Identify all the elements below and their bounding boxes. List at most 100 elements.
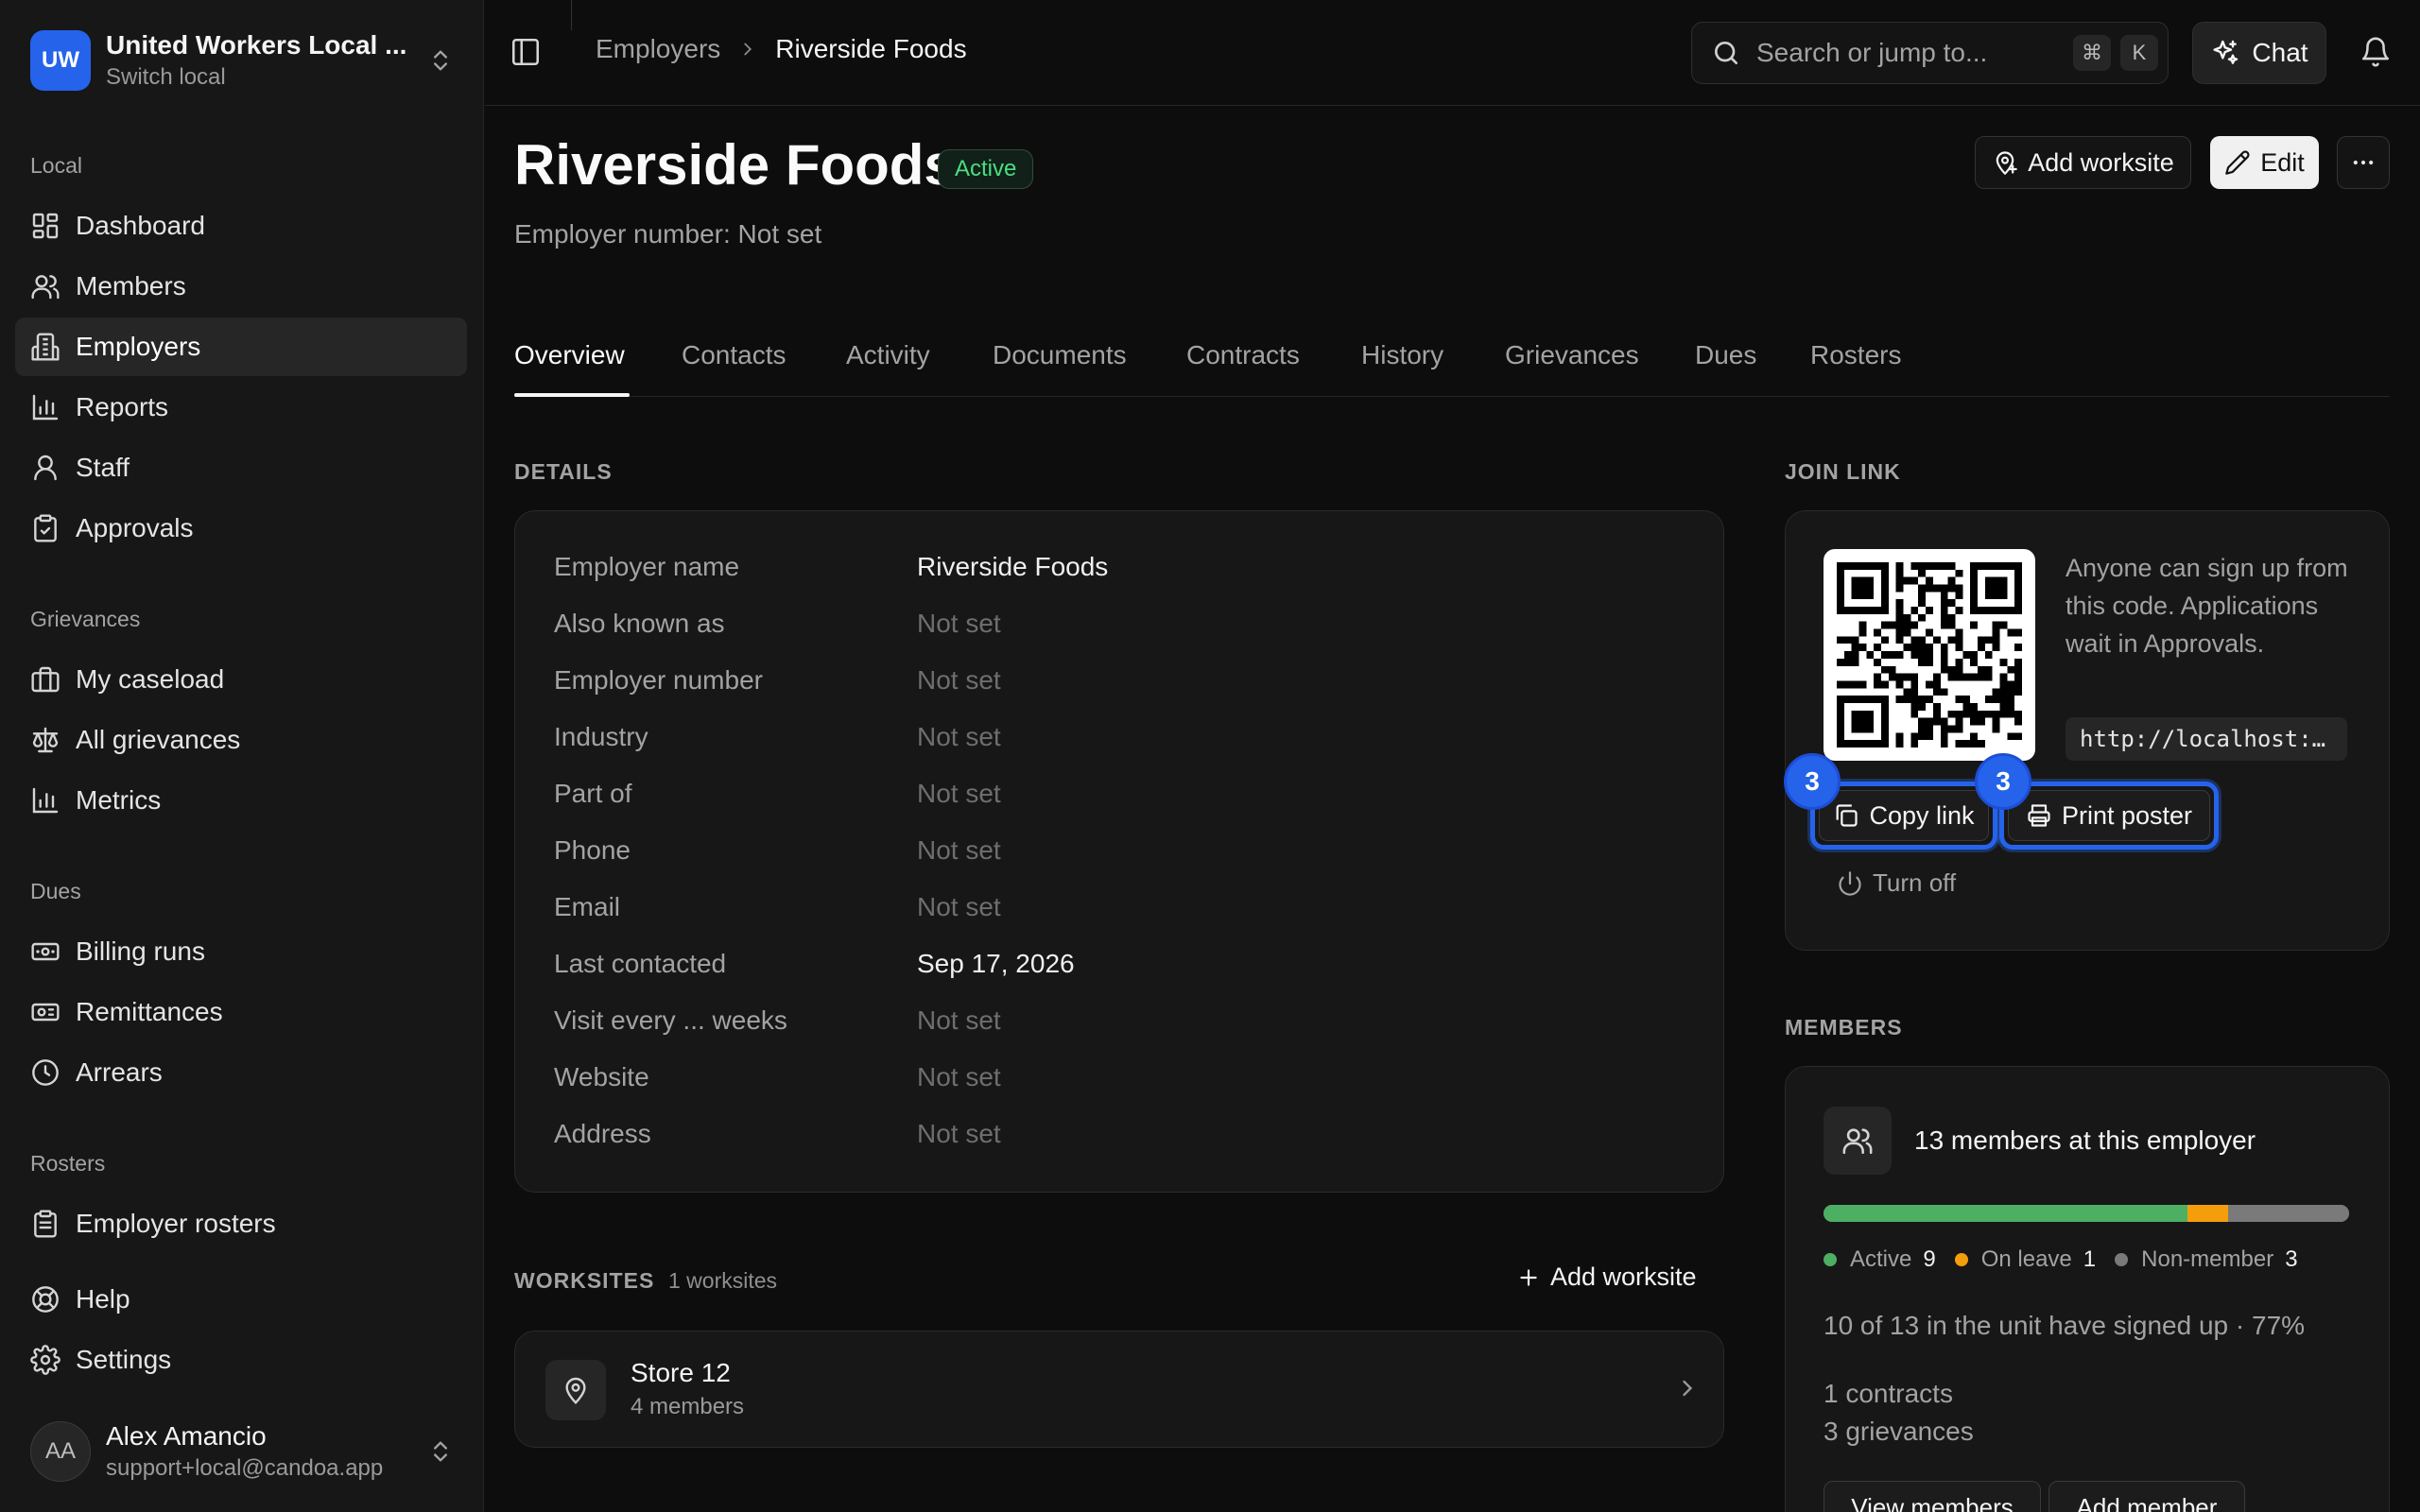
add-worksite-link[interactable]: Add worksite	[1516, 1263, 1697, 1292]
detail-value[interactable]: Not set	[917, 892, 1001, 922]
user-menu[interactable]: AA Alex Amancio support+local@candoa.app	[15, 1408, 469, 1495]
sidebar-item-label: Remittances	[76, 997, 223, 1026]
chevron-right-icon	[1674, 1375, 1701, 1401]
sidebar-item-all-grievances[interactable]: All grievances	[15, 711, 467, 769]
org-switcher[interactable]: UW United Workers Local ... Switch local	[15, 17, 469, 104]
sparkles-icon	[2210, 38, 2240, 68]
sidebar-item-remittances[interactable]: Remittances	[15, 983, 467, 1041]
sidebar-item-arrears[interactable]: Arrears	[15, 1043, 467, 1102]
sidebar-item-members[interactable]: Members	[15, 257, 467, 316]
search-icon	[1711, 38, 1741, 68]
tab-dues[interactable]: Dues	[1695, 340, 1756, 370]
legend-active: Active 9	[1824, 1246, 1936, 1273]
chat-label: Chat	[2252, 38, 2308, 67]
section-label-grievances: Grievances	[30, 607, 141, 631]
printer-icon	[2026, 802, 2052, 829]
sidebar-item-label: Members	[76, 271, 186, 301]
edit-button[interactable]: Edit	[2210, 136, 2319, 189]
more-actions-button[interactable]	[2337, 136, 2390, 189]
detail-label: Phone	[554, 835, 631, 865]
sidebar-item-label: My caseload	[76, 664, 225, 694]
legend-non-member: Non-member 3	[2115, 1246, 2298, 1273]
tab-rosters[interactable]: Rosters	[1810, 340, 1901, 370]
sidebar-item-employers[interactable]: Employers	[15, 318, 467, 376]
sidebar-item-label: Staff	[76, 453, 130, 482]
worksite-row[interactable]: Store 12 4 members	[514, 1331, 1724, 1448]
bell-icon[interactable]	[2360, 36, 2392, 68]
sidebar-item-billing-runs[interactable]: Billing runs	[15, 922, 467, 981]
legend-label: Non-member	[2141, 1246, 2274, 1272]
membership-bar	[1824, 1205, 2349, 1222]
kbd-cmd: ⌘	[2073, 35, 2111, 71]
sidebar-item-reports[interactable]: Reports	[15, 378, 467, 437]
tab-activity[interactable]: Activity	[846, 340, 930, 370]
chat-button[interactable]: Chat	[2192, 22, 2326, 84]
detail-value[interactable]: Not set	[917, 835, 1001, 866]
sidebar-item-label: Arrears	[76, 1057, 163, 1087]
detail-value[interactable]: Not set	[917, 722, 1001, 752]
legend-label: Active	[1850, 1246, 1912, 1272]
sidebar-item-employer-rosters[interactable]: Employer rosters	[15, 1194, 467, 1253]
legend-on-leave: On leave 1	[1954, 1246, 2096, 1273]
tab-contracts[interactable]: Contracts	[1186, 340, 1300, 370]
users-icon	[1841, 1125, 1874, 1157]
grievances-count: 3 grievances	[1824, 1417, 1974, 1446]
sidebar-item-label: Metrics	[76, 785, 162, 815]
detail-label: Also known as	[554, 609, 725, 638]
print-poster-button[interactable]: Print poster	[2008, 790, 2210, 841]
detail-value[interactable]: Not set	[917, 665, 1001, 696]
tab-overview[interactable]: Overview	[514, 340, 625, 370]
sidebar-item-help[interactable]: Help	[15, 1270, 467, 1329]
detail-value[interactable]: Not set	[917, 609, 1001, 639]
detail-value[interactable]: Not set	[917, 1119, 1001, 1149]
section-label-rosters: Rosters	[30, 1151, 106, 1176]
page-title: Riverside Foods	[514, 133, 956, 197]
search-input[interactable]: Search or jump to... ⌘ K	[1691, 22, 2169, 84]
add-worksite-label: Add worksite	[2028, 147, 2174, 177]
qr-code	[1824, 549, 2035, 761]
add-worksite-button[interactable]: Add worksite	[1975, 136, 2191, 189]
lifebuoy-icon	[30, 1284, 60, 1314]
detail-label: Part of	[554, 779, 632, 808]
join-url-field[interactable]: http://localhost:…	[2066, 717, 2347, 761]
breadcrumb-employers[interactable]: Employers	[596, 34, 720, 64]
copy-link-button[interactable]: Copy link	[1819, 790, 1989, 841]
sidebar-item-staff[interactable]: Staff	[15, 438, 467, 497]
sidebar-item-my-caseload[interactable]: My caseload	[15, 650, 467, 709]
tab-contacts[interactable]: Contacts	[682, 340, 786, 370]
detail-value[interactable]: Not set	[917, 779, 1001, 809]
tab-documents[interactable]: Documents	[993, 340, 1127, 370]
money-transfer-icon	[30, 997, 60, 1027]
detail-value[interactable]: Riverside Foods	[917, 552, 1108, 582]
view-members-button[interactable]: View members	[1824, 1481, 2041, 1512]
detail-value[interactable]: Not set	[917, 1062, 1001, 1092]
add-member-button[interactable]: Add member	[2048, 1481, 2245, 1512]
avatar: AA	[30, 1421, 91, 1482]
annotation-badge-print: 3	[1975, 753, 2031, 810]
members-section-label: MEMBERS	[1785, 1015, 1903, 1040]
turn-off-button[interactable]: Turn off	[1837, 868, 1956, 898]
legend-count: 9	[1923, 1246, 1936, 1272]
sidebar-item-approvals[interactable]: Approvals	[15, 499, 467, 558]
detail-value[interactable]: Not set	[917, 1005, 1001, 1036]
sidebar-item-label: Approvals	[76, 513, 194, 542]
chevron-right-icon	[737, 39, 758, 60]
breadcrumb: Employers Riverside Foods	[596, 34, 967, 64]
detail-value[interactable]: Sep 17, 2026	[917, 949, 1075, 979]
clipboard-check-icon	[30, 513, 60, 543]
sidebar-item-settings[interactable]: Settings	[15, 1331, 467, 1389]
tab-grievances[interactable]: Grievances	[1505, 340, 1639, 370]
more-horizontal-icon	[2350, 149, 2377, 176]
sidebar-item-label: Help	[76, 1284, 130, 1314]
sidebar-item-metrics[interactable]: Metrics	[15, 771, 467, 830]
tab-history[interactable]: History	[1361, 340, 1443, 370]
detail-label: Website	[554, 1062, 649, 1091]
tab-bar: Overview Contacts Activity Documents Con…	[514, 335, 2390, 397]
clock-icon	[30, 1057, 60, 1088]
sidebar-item-dashboard[interactable]: Dashboard	[15, 197, 467, 255]
active-dot	[1824, 1253, 1837, 1266]
building-icon	[30, 332, 60, 362]
sidebar-toggle-icon[interactable]	[510, 36, 542, 68]
join-link-section-label: JOIN LINK	[1785, 459, 1901, 484]
map-pin-plus-icon	[1992, 149, 2018, 176]
